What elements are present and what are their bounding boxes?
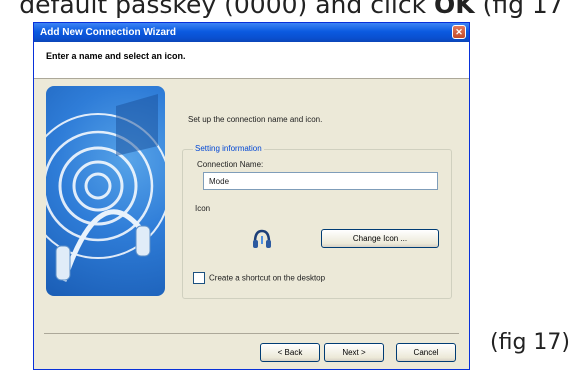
- next-button[interactable]: Next >: [324, 343, 384, 362]
- window-title: Add New Connection Wizard: [40, 27, 177, 38]
- shortcut-checkbox[interactable]: [193, 272, 205, 284]
- cancel-button[interactable]: Cancel: [396, 343, 456, 362]
- change-icon-button[interactable]: Change Icon ...: [321, 229, 439, 248]
- headset-art: [46, 86, 165, 296]
- footer-divider: [44, 333, 459, 334]
- close-icon[interactable]: ✕: [452, 25, 466, 39]
- figure-label: (fig 17): [490, 330, 570, 355]
- shortcut-label: Create a shortcut on the desktop: [209, 273, 326, 283]
- document-instruction-text: default passkey (0000) and click OK (fig…: [19, 0, 564, 19]
- icon-label: Icon: [195, 204, 211, 213]
- header-text: Enter a name and select an icon.: [46, 51, 186, 61]
- back-button[interactable]: < Back: [260, 343, 320, 362]
- setting-information-group: Setting information Connection Name: Ico…: [182, 144, 452, 299]
- wizard-window: Add New Connection Wizard ✕ Enter a name…: [33, 22, 470, 370]
- group-title: Setting information: [193, 144, 264, 153]
- window-titlebar[interactable]: Add New Connection Wizard ✕: [34, 23, 469, 42]
- headset-icon: [251, 228, 273, 250]
- connection-name-label: Connection Name:: [197, 160, 264, 169]
- shortcut-option[interactable]: Create a shortcut on the desktop: [193, 272, 325, 284]
- wizard-header: Enter a name and select an icon.: [34, 42, 469, 79]
- intro-text: Set up the connection name and icon.: [188, 115, 323, 124]
- connection-name-field[interactable]: [203, 172, 438, 190]
